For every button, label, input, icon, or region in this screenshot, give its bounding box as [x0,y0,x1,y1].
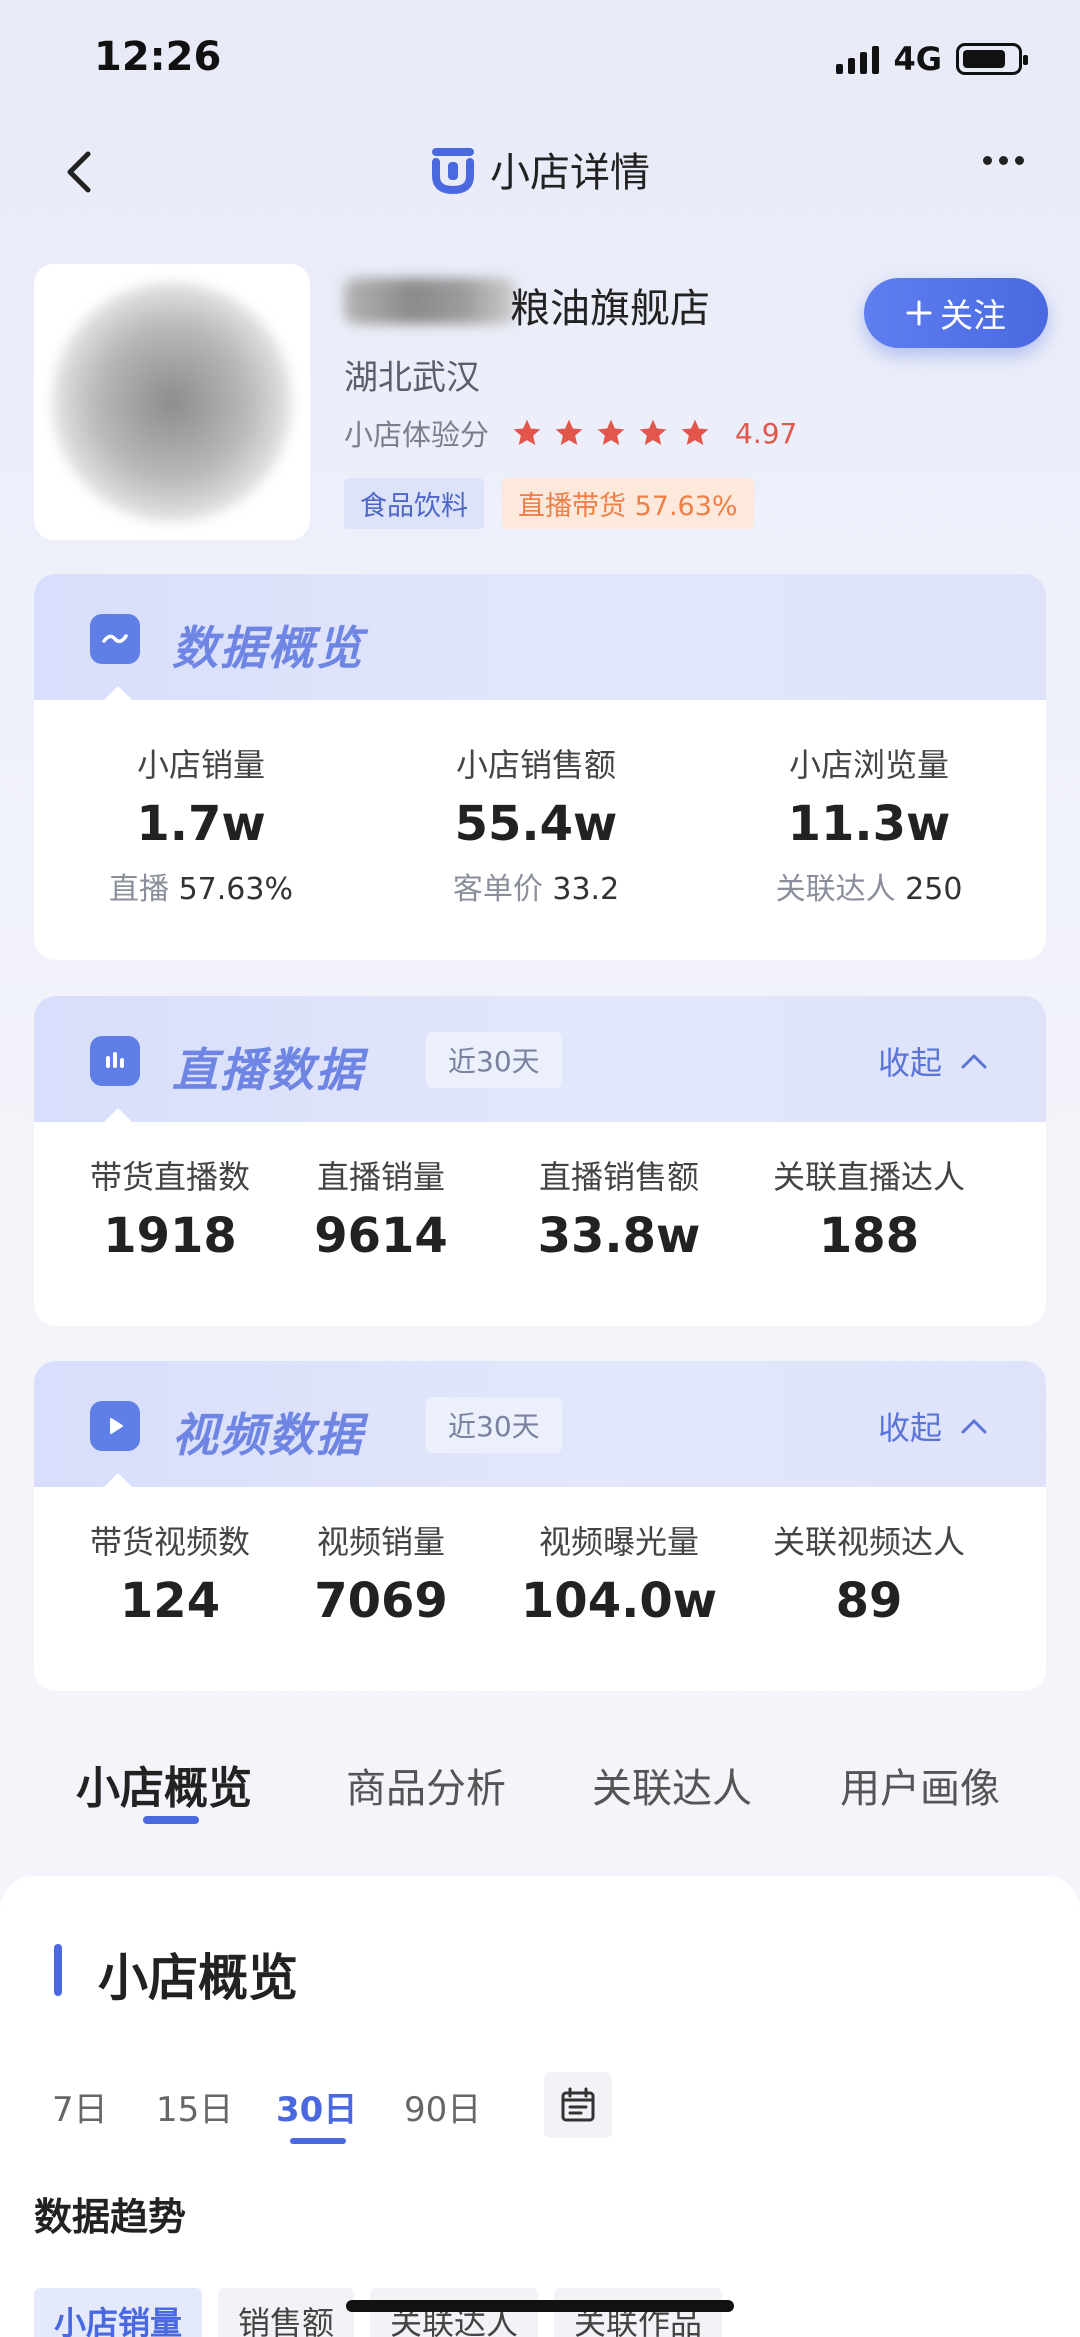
chip-shop-sales[interactable]: 小店销量 [34,2288,203,2337]
shop-logo-icon [432,148,474,194]
page-title: 小店详情 [490,150,650,196]
section-title: 小店概览 [98,1949,298,2007]
star-icon [513,419,541,445]
follow-label: 关注 [940,297,1006,334]
video-collapse-button[interactable]: 收起 [878,1403,988,1449]
star-icon [639,419,667,445]
trend-title: 数据趋势 [34,2195,187,2239]
live-title: 直播数据 [172,1043,364,1097]
stat-video-exposure: 视频曝光量 104.0w [520,1523,718,1629]
signal-icon [836,44,880,74]
chip-revenue[interactable]: 销售额 [218,2288,355,2337]
live-bars-icon [90,1036,140,1086]
shop-avatar [34,264,310,540]
stat-live-influencers: 关联直播达人 188 [772,1158,965,1264]
live-collapse-button[interactable]: 收起 [878,1038,988,1084]
shop-location: 湖北武汉 [344,358,480,398]
section-accent-bar [54,1944,62,1996]
status-time: 12:26 [94,34,222,80]
stat-video-influencers: 关联视频达人 89 [772,1523,965,1629]
home-indicator[interactable] [346,2300,734,2312]
chevron-up-icon [961,1054,987,1069]
more-options-button[interactable] [983,156,1024,165]
period-7d[interactable]: 7日 [52,2082,108,2131]
tab-user-profile[interactable]: 用户画像 [840,1756,1000,1814]
active-tab-indicator [143,1816,199,1824]
network-type: 4G [893,40,942,78]
tab-shop-overview[interactable]: 小店概览 [76,1752,252,1816]
shop-tags: 食品饮料 直播带货 57.63% [344,478,754,529]
overview-title: 数据概览 [172,621,364,675]
score-value: 4.97 [735,416,798,450]
overview-section: 小店概览 7日 15日 30日 90日 数据趋势 小店销量 销售额 关联达人 关… [0,1876,1080,2337]
play-icon [90,1401,140,1451]
shop-name: 粮油旗舰店 [510,286,710,332]
dot-icon [999,156,1008,165]
score-row: 小店体验分 4.97 [344,412,797,454]
stat-video-sales: 视频销量 7069 [314,1523,448,1629]
stat-shop-revenue: 小店销售额 55.4w 客单价 33.2 [452,746,620,907]
chat-trend-icon [90,614,140,664]
live-card: 直播数据 近30天 收起 带货直播数 1918 直播销量 9614 直播销售额 … [34,996,1046,1326]
period-90d[interactable]: 90日 [404,2082,481,2131]
stat-shop-views: 小店浏览量 11.3w 关联达人 250 [775,746,963,907]
period-30d[interactable]: 30日 [276,2082,357,2131]
video-card: 视频数据 近30天 收起 带货视频数 124 视频销量 7069 视频曝光量 1… [34,1361,1046,1691]
rating-stars [511,417,721,449]
calendar-icon [561,2087,595,2122]
video-range-badge: 近30天 [426,1397,562,1453]
stat-live-sales: 直播销量 9614 [314,1158,448,1264]
category-tag: 食品饮料 [344,478,484,529]
star-icon [555,419,583,445]
follow-button[interactable]: 关注 [864,278,1048,348]
live-commerce-tag: 直播带货 57.63% [502,478,754,529]
stat-shop-sales: 小店销量 1.7w 直播 57.63% [109,746,293,907]
chevron-up-icon [961,1419,987,1434]
dot-icon [983,156,992,165]
score-label: 小店体验分 [344,418,490,452]
period-15d[interactable]: 15日 [156,2082,233,2131]
live-range-badge: 近30天 [426,1032,562,1088]
overview-card: 数据概览 小店销量 1.7w 直播 57.63% 小店销售额 55.4w 客单价… [34,574,1046,960]
dot-icon [1015,156,1024,165]
tab-product-analysis[interactable]: 商品分析 [346,1756,506,1814]
tab-related-influencers[interactable]: 关联达人 [592,1756,752,1814]
active-period-indicator [290,2138,346,2144]
metric-chips: 小店销量 销售额 关联达人 关联作品 [34,2288,723,2337]
calendar-button[interactable] [544,2072,612,2138]
video-title: 视频数据 [172,1408,364,1462]
plus-icon [906,300,932,326]
stat-live-revenue: 直播销售额 33.8w [537,1158,701,1264]
nav-title-bar: 小店详情 [0,140,1080,198]
section-tabs: 小店概览 商品分析 关联达人 用户画像 [0,1752,1080,1832]
battery-icon [956,43,1028,75]
chip-works[interactable]: 关联作品 [554,2288,723,2337]
star-icon [597,419,625,445]
stat-video-count: 带货视频数 124 [89,1523,250,1629]
chip-influencers[interactable]: 关联达人 [370,2288,539,2337]
star-icon [681,419,709,445]
stat-live-count: 带货直播数 1918 [89,1158,250,1264]
shop-name-redacted [344,278,516,324]
status-indicators: 4G [836,40,1028,78]
